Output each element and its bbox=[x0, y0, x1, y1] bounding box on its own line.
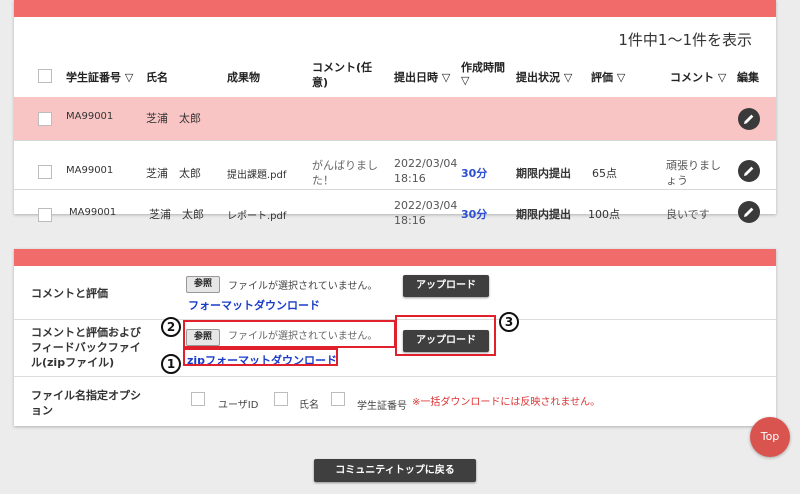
header-duration-line1[interactable]: 作成時間 bbox=[461, 59, 505, 75]
submitted-date: 2022/03/04 bbox=[394, 157, 458, 170]
annotation-box-zip-link bbox=[183, 348, 338, 366]
header-duration-line2[interactable]: ▽ bbox=[461, 74, 469, 87]
header-grade[interactable]: 評価 ▽ bbox=[591, 69, 625, 85]
duration-link[interactable]: 30分 bbox=[461, 165, 487, 181]
option-userid-label: ユーザID bbox=[218, 400, 259, 411]
table-row: MA99001 芝浦 太郎 レポート.pdf 2022/03/04 18:16 … bbox=[14, 190, 776, 230]
option-warning: ※一括ダウンロードには反映されません。 bbox=[412, 397, 601, 408]
header-student-id[interactable]: 学生証番号 ▽ bbox=[66, 69, 133, 85]
header-submitted-at[interactable]: 提出日時 ▽ bbox=[394, 69, 450, 85]
filename-option-label-line1: ファイル名指定オプシ bbox=[31, 389, 141, 402]
submitted-time: 18:16 bbox=[394, 172, 426, 185]
file-status-text: ファイルが選択されていません。 bbox=[228, 281, 378, 292]
grade: 65点 bbox=[592, 167, 617, 180]
comment-line2: た！ bbox=[312, 174, 334, 187]
format-download-link[interactable]: フォーマットダウンロード bbox=[188, 297, 320, 313]
annotation-box-file-input bbox=[183, 320, 396, 348]
table-row: MA99001 芝浦 太郎 提出課題.pdf がんばりまし た！ 2022/03… bbox=[14, 141, 776, 189]
edit-button[interactable] bbox=[738, 201, 760, 223]
duration-link[interactable]: 30分 bbox=[461, 206, 487, 222]
feedback-line1: 頑張りまし bbox=[666, 159, 721, 172]
upload-button[interactable]: アップロード bbox=[403, 275, 489, 297]
comment-line1: がんばりまし bbox=[312, 159, 378, 172]
section-label-line3: ル(zipファイル) bbox=[31, 356, 115, 369]
product-file-link[interactable]: レポート.pdf bbox=[227, 207, 286, 222]
back-to-community-button[interactable]: コミュニティトップに戻る bbox=[314, 459, 476, 482]
student-name: 芝浦 太郎 bbox=[146, 167, 201, 180]
filename-option-label-line2: ョン bbox=[31, 404, 53, 417]
row-checkbox[interactable] bbox=[38, 165, 52, 179]
option-name-label: 氏名 bbox=[299, 400, 319, 411]
feedback-line2: ょう bbox=[666, 174, 688, 187]
status: 期限内提出 bbox=[516, 167, 571, 180]
section-label-line2: フィードバックファイ bbox=[31, 341, 141, 354]
annotation-marker-3: 3 bbox=[499, 312, 519, 332]
header-edit: 編集 bbox=[737, 71, 759, 84]
product-file-link[interactable]: 提出課題.pdf bbox=[227, 166, 286, 181]
scroll-top-button[interactable]: Top bbox=[750, 417, 790, 457]
select-all-checkbox[interactable] bbox=[38, 69, 52, 83]
status: 期限内提出 bbox=[516, 208, 571, 221]
header-status[interactable]: 提出状況 ▽ bbox=[516, 69, 572, 85]
section-label-comment-grade: コメントと評価 bbox=[31, 287, 108, 300]
pencil-icon bbox=[744, 207, 754, 217]
header-product: 成果物 bbox=[227, 71, 260, 84]
annotation-box-upload-button bbox=[395, 315, 496, 356]
section-divider bbox=[14, 376, 776, 377]
student-id: MA99001 bbox=[66, 165, 114, 176]
browse-button[interactable]: 参照 bbox=[186, 276, 220, 293]
row-checkbox[interactable] bbox=[38, 208, 52, 222]
edit-button[interactable] bbox=[738, 160, 760, 182]
header-comment-line2: 意) bbox=[312, 76, 329, 89]
option-name-checkbox[interactable] bbox=[274, 392, 288, 406]
student-name: 芝浦 太郎 bbox=[146, 112, 201, 125]
option-userid-checkbox[interactable] bbox=[191, 392, 205, 406]
option-student-id-label: 学生証番号 bbox=[357, 401, 407, 412]
header-feedback[interactable]: コメント ▽ bbox=[670, 69, 726, 85]
table-row: MA99001 芝浦 太郎 bbox=[14, 97, 776, 140]
student-id: MA99001 bbox=[69, 207, 117, 218]
submitted-time: 18:16 bbox=[394, 214, 426, 227]
submitted-date: 2022/03/04 bbox=[394, 199, 458, 212]
annotation-marker-1: 1 bbox=[161, 354, 181, 374]
student-id: MA99001 bbox=[66, 111, 114, 122]
header-name: 氏名 bbox=[146, 71, 168, 84]
pencil-icon bbox=[744, 114, 754, 124]
feedback-line1: 良いです bbox=[666, 208, 710, 221]
grade: 100点 bbox=[588, 208, 620, 221]
pencil-icon bbox=[744, 166, 754, 176]
result-count: 1件中1～1件を表示 bbox=[618, 31, 752, 49]
header-comment-line1: コメント(任 bbox=[312, 61, 373, 74]
row-checkbox[interactable] bbox=[38, 112, 52, 126]
option-student-id-checkbox[interactable] bbox=[331, 392, 345, 406]
edit-button[interactable] bbox=[738, 108, 760, 130]
submissions-card: 1件中1～1件を表示 学生証番号 ▽ 氏名 成果物 コメント(任 意) 提出日時… bbox=[14, 0, 776, 227]
section-label-line1: コメントと評価および bbox=[31, 326, 141, 339]
annotation-marker-2: 2 bbox=[161, 317, 181, 337]
student-name: 芝浦 太郎 bbox=[149, 208, 204, 221]
